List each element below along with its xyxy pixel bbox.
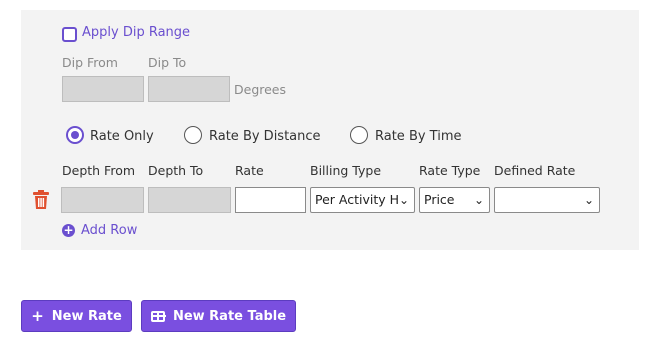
apply-dip-range-label[interactable]: Apply Dip Range [82, 25, 190, 40]
chevron-down-icon: ⌄ [473, 193, 484, 207]
new-rate-table-button[interactable]: New Rate Table [141, 300, 296, 332]
dip-from-input [62, 76, 144, 102]
rate-by-time-label[interactable]: Rate By Time [375, 129, 462, 144]
new-rate-button[interactable]: + New Rate [21, 300, 132, 332]
col-rate-type: Rate Type [419, 163, 481, 178]
new-rate-label: New Rate [51, 308, 122, 324]
table-icon [150, 310, 166, 322]
rate-only-radio[interactable] [66, 126, 84, 144]
plus-circle-icon: + [62, 223, 75, 237]
dip-unit-label: Degrees [234, 82, 287, 97]
col-depth-from: Depth From [62, 163, 136, 178]
depth-to-input [148, 187, 231, 213]
dip-to-input [148, 76, 230, 102]
col-billing-type: Billing Type [310, 163, 382, 178]
rate-type-select[interactable]: Price ⌄ [419, 187, 490, 213]
rate-by-distance-radio[interactable] [184, 126, 202, 144]
billing-type-value: Per Activity H [315, 192, 400, 207]
apply-dip-range-checkbox[interactable] [62, 27, 77, 42]
delete-row-icon[interactable] [33, 190, 49, 209]
col-defined-rate: Defined Rate [494, 163, 576, 178]
chevron-down-icon: ⌄ [583, 193, 594, 207]
plus-icon: + [31, 307, 44, 325]
add-row-label: Add Row [81, 223, 138, 238]
defined-rate-select[interactable]: ⌄ [494, 187, 600, 213]
add-row-button[interactable]: + Add Row [62, 223, 137, 238]
col-rate: Rate [235, 163, 264, 178]
billing-type-select[interactable]: Per Activity H ⌄ [310, 187, 415, 213]
dip-to-label: Dip To [148, 55, 187, 70]
dip-from-label: Dip From [62, 55, 118, 70]
col-depth-to: Depth To [148, 163, 204, 178]
rate-only-label[interactable]: Rate Only [90, 129, 154, 144]
rate-by-distance-label[interactable]: Rate By Distance [209, 129, 321, 144]
rate-input[interactable] [235, 187, 306, 213]
rate-type-value: Price [424, 192, 455, 207]
rate-by-time-radio[interactable] [350, 126, 368, 144]
new-rate-table-label: New Rate Table [172, 308, 287, 324]
depth-from-input [61, 187, 144, 213]
chevron-down-icon: ⌄ [398, 193, 409, 207]
